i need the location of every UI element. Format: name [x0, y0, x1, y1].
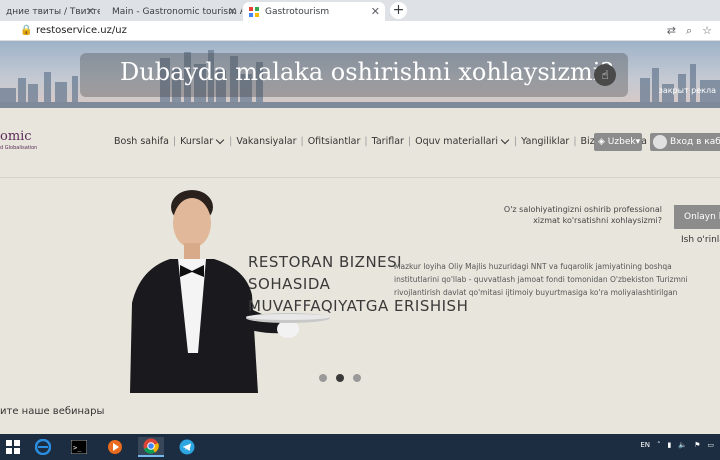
nav-label: Vakansiyalar	[236, 136, 297, 147]
nav-label: Ofitsiantlar	[307, 136, 361, 147]
grid-favicon-icon	[249, 6, 259, 17]
nav-label: Yangiliklar	[521, 136, 570, 147]
webinars-section: ите наше вебинары	[0, 400, 720, 434]
flag-icon[interactable]: ⚑	[694, 441, 700, 449]
site-logo[interactable]: omic	[0, 129, 32, 144]
tab-twitter[interactable]: дние твиты / Твиттер ✕	[0, 2, 100, 21]
chevron-down-icon	[215, 135, 225, 144]
carousel-dots	[319, 374, 361, 382]
banner-close-ad-text[interactable]: закрыт рекла	[659, 86, 716, 95]
windows-start-icon[interactable]	[0, 437, 26, 457]
svg-text:>_: >_	[73, 444, 82, 452]
banner-headline: Dubayda malaka oshirishni xohlaysizmi?	[120, 58, 614, 86]
carousel-dot-active[interactable]	[336, 374, 344, 382]
close-icon[interactable]: ✕	[86, 5, 95, 18]
nav-item-ofitsiantlar[interactable]: Ofitsiantlar	[308, 136, 361, 147]
nav-item-vakansiyalar[interactable]: Vakansiyalar	[236, 136, 296, 147]
login-button[interactable]: Вход в каби	[650, 133, 720, 151]
chevron-up-icon[interactable]: ˄	[657, 441, 661, 449]
lock-icon[interactable]: 🔒	[20, 25, 32, 36]
site-logo-subtitle: d Globalisation	[0, 145, 38, 151]
translate-icon[interactable]: ⇄	[667, 24, 676, 38]
tab-title: Main - Gastronomic tourism Ass	[112, 6, 242, 17]
nav-separator: |	[300, 136, 304, 147]
nav-item-yangiliklar[interactable]: Yangiliklar	[521, 136, 569, 147]
browser-tab-strip: дние твиты / Твиттер ✕ Main - Gastronomi…	[0, 0, 720, 21]
jobs-link[interactable]: Ish o'rinla	[681, 235, 720, 245]
internet-explorer-icon[interactable]	[30, 437, 56, 457]
carousel-dot[interactable]	[353, 374, 361, 382]
close-icon[interactable]: ✕	[371, 5, 380, 18]
user-avatar-icon	[653, 135, 667, 149]
pointer-hand-icon[interactable]: ☝	[594, 64, 616, 86]
nav-label: Oquv materiallari	[415, 136, 498, 147]
nav-label: Tariflar	[371, 136, 404, 147]
online-course-button[interactable]: Onlayn k	[674, 205, 720, 229]
carousel-dot[interactable]	[319, 374, 327, 382]
language-select[interactable]: ◈ Uzbek▾	[594, 133, 642, 151]
notification-icon[interactable]: ▭	[707, 441, 714, 449]
nav-separator: |	[172, 136, 177, 147]
nav-label: Bosh sahifa	[114, 136, 169, 147]
tab-title: Gastrotourism	[265, 6, 330, 17]
windows-taskbar: >_ EN ˄ ▮ 🔈 ⚑ ▭	[0, 434, 720, 460]
nav-separator: |	[407, 136, 412, 147]
webinars-title: ите наше вебинары	[0, 406, 105, 417]
url-input[interactable]: restoservice.uz/uz	[36, 25, 127, 36]
login-label: Вход в каби	[670, 137, 720, 147]
chrome-icon[interactable]	[138, 437, 164, 457]
cta-question: O'z salohiyatingizni oshirib professiona…	[503, 205, 662, 225]
volume-icon[interactable]: 🔈	[678, 441, 687, 449]
chevron-down-icon	[500, 135, 510, 144]
nav-item-bosh-sahifa[interactable]: Bosh sahifa	[114, 136, 169, 147]
new-tab-button[interactable]: +	[390, 2, 407, 19]
address-bar: 🔒 restoservice.uz/uz ⇄ ⌕ ☆	[0, 21, 720, 41]
nav-separator: |	[229, 136, 233, 147]
nav-label: Kurslar	[180, 136, 214, 147]
nav-item-oquv-materiallari[interactable]: Oquv materiallari	[415, 135, 510, 147]
nav-separator: |	[364, 136, 368, 147]
close-icon[interactable]: ✕	[228, 5, 237, 18]
hero-section: RESTORAN BIZNESI SOHASIDA MUVAFFAQIYATGA…	[0, 178, 720, 400]
globe-icon: ◈	[598, 137, 605, 147]
telegram-icon[interactable]	[174, 437, 200, 457]
nav-separator: |	[573, 136, 577, 147]
hero-description: Mazkur loyiha Oliy Majlis huzuridagi NNT…	[394, 262, 688, 297]
nav-separator: |	[513, 136, 518, 147]
zoom-icon[interactable]: ⌕	[686, 24, 692, 38]
input-language[interactable]: EN	[640, 441, 650, 449]
nav-item-kurslar[interactable]: Kurslar	[180, 135, 225, 147]
tab-gastrotourism[interactable]: Gastrotourism ✕	[243, 2, 385, 21]
language-label: Uzbek	[607, 137, 636, 147]
site-header: omic d Globalisation Bosh sahifa | Kursl…	[0, 108, 720, 178]
bookmark-star-icon[interactable]: ☆	[702, 24, 712, 38]
main-nav: Bosh sahifa | Kurslar | Vakansiyalar | O…	[114, 135, 647, 147]
address-bar-actions: ⇄ ⌕ ☆	[667, 24, 712, 38]
media-player-icon[interactable]	[102, 437, 128, 457]
system-tray: EN ˄ ▮ 🔈 ⚑ ▭	[640, 441, 714, 449]
tab-gastronomic-tourism[interactable]: Main - Gastronomic tourism Ass ✕	[100, 2, 242, 21]
network-icon[interactable]: ▮	[668, 441, 672, 449]
nav-item-tariflar[interactable]: Tariflar	[372, 136, 404, 147]
caret-down-icon: ▾	[635, 137, 641, 147]
command-prompt-icon[interactable]: >_	[66, 437, 92, 457]
